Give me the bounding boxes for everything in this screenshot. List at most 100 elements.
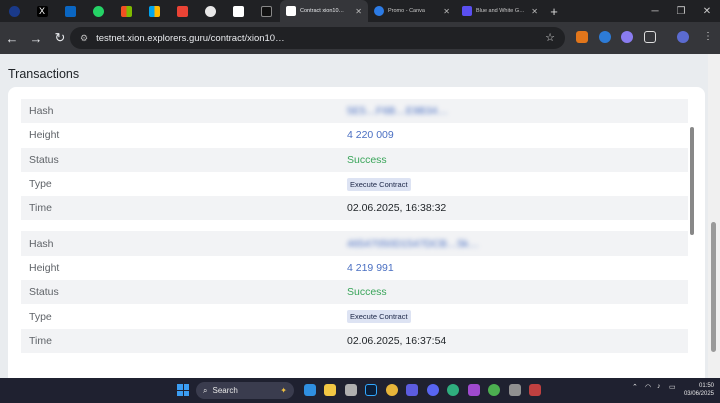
chrome-icon[interactable] bbox=[386, 384, 398, 396]
restore-icon[interactable]: ❐ bbox=[668, 6, 694, 17]
table-row: Hash 5E5…F6B…E9B34… bbox=[21, 99, 688, 124]
app-icon[interactable] bbox=[406, 384, 418, 396]
windows-taskbar: ⌕ Search ✦ ⌃ ◠ ♪ ▭ 01:50 03/06/2025 bbox=[0, 378, 720, 403]
table-row: Status Success bbox=[21, 280, 688, 305]
tab-canva-design[interactable]: Blue and White G… ✕ bbox=[456, 0, 544, 22]
field-label: Type bbox=[29, 310, 52, 323]
vscode-icon[interactable] bbox=[304, 384, 316, 396]
clock-time: 01:50 bbox=[698, 383, 714, 389]
pinned-tab-whatsapp[interactable] bbox=[84, 0, 112, 22]
forward-arrow-icon[interactable]: → bbox=[24, 31, 48, 46]
pinned-tab-chatgpt[interactable] bbox=[196, 0, 224, 22]
url-text: testnet.xion.explorers.guru/contract/xio… bbox=[96, 32, 285, 44]
transactions-card: Hash 5E5…F6B…E9B34… Height 4 220 009 Sta… bbox=[8, 87, 705, 378]
pinned-tab-vpn[interactable] bbox=[0, 0, 28, 22]
bookmark-star-icon[interactable]: ☆ bbox=[545, 31, 555, 44]
copilot-sparkle-icon: ✦ bbox=[280, 386, 287, 395]
tab-title: Contract xion10… bbox=[300, 8, 345, 14]
status-value: Success bbox=[347, 286, 387, 299]
table-row: Hash 46547050D1547DCB…5k… bbox=[21, 231, 688, 256]
type-badge: Execute Contract bbox=[347, 177, 411, 191]
pinned-tab-microsoft-2[interactable] bbox=[140, 0, 168, 22]
hash-link[interactable]: 46547050D1547DCB…5k… bbox=[347, 238, 479, 250]
reload-icon[interactable]: ↻ bbox=[48, 30, 72, 46]
app-icon[interactable] bbox=[509, 384, 521, 396]
close-window-icon[interactable]: ✕ bbox=[694, 6, 720, 17]
whatsapp-icon bbox=[92, 5, 104, 17]
extension-metamask-icon[interactable] bbox=[576, 31, 588, 43]
field-label: Hash bbox=[29, 105, 54, 118]
site-info-icon[interactable]: ⚙ bbox=[80, 33, 88, 44]
table-row: Height 4 220 009 bbox=[21, 123, 688, 147]
tab-title: Blue and White G… bbox=[476, 8, 525, 14]
field-label: Type bbox=[29, 178, 52, 191]
minimize-icon[interactable]: ─ bbox=[642, 6, 668, 17]
height-link[interactable]: 4 220 009 bbox=[347, 129, 394, 141]
taskbar-clock[interactable]: 01:50 03/06/2025 bbox=[684, 382, 714, 398]
task-view-icon[interactable] bbox=[345, 384, 357, 396]
field-label: Status bbox=[29, 286, 59, 299]
transactions-list: Hash 5E5…F6B…E9B34… Height 4 220 009 Sta… bbox=[21, 99, 688, 353]
page-scrollbar[interactable] bbox=[708, 54, 720, 378]
edge-icon[interactable] bbox=[447, 384, 459, 396]
pinned-tab-notion-2[interactable] bbox=[252, 0, 280, 22]
app-icon[interactable] bbox=[529, 384, 541, 396]
browser-toolbar: ← → ↻ ⚙ testnet.xion.explorers.guru/cont… bbox=[0, 22, 720, 54]
pinned-tab-notion[interactable] bbox=[224, 0, 252, 22]
shield-icon bbox=[8, 5, 20, 17]
tab-title: Promo - Canva bbox=[388, 8, 425, 14]
file-explorer-icon[interactable] bbox=[324, 384, 336, 396]
notion-icon bbox=[260, 5, 272, 17]
gmail-icon bbox=[176, 5, 188, 17]
canva-favicon-icon bbox=[462, 6, 472, 16]
pinned-tab-microsoft[interactable] bbox=[112, 0, 140, 22]
transaction-item: Hash 46547050D1547DCB…5k… Height 4 219 9… bbox=[21, 231, 688, 353]
back-arrow-icon[interactable]: ← bbox=[0, 31, 24, 46]
chrome-icon[interactable] bbox=[488, 384, 500, 396]
start-windows-icon[interactable] bbox=[177, 384, 189, 396]
extensions-puzzle-icon[interactable] bbox=[644, 31, 656, 43]
notion-icon bbox=[232, 5, 244, 17]
search-label: Search bbox=[212, 386, 238, 395]
app-icon[interactable] bbox=[468, 384, 480, 396]
address-bar[interactable]: ⚙ testnet.xion.explorers.guru/contract/x… bbox=[70, 27, 565, 49]
openai-icon bbox=[204, 5, 216, 17]
extension-wallet-icon[interactable] bbox=[621, 31, 633, 43]
x-logo-icon: X bbox=[36, 5, 48, 17]
scrollbar-thumb[interactable] bbox=[711, 222, 716, 352]
extension-keplr-icon[interactable] bbox=[599, 31, 611, 43]
discord-icon[interactable] bbox=[427, 384, 439, 396]
pinned-tab-gmail[interactable] bbox=[168, 0, 196, 22]
field-label: Time bbox=[29, 334, 52, 347]
table-row: Type Execute Contract bbox=[21, 304, 688, 328]
status-value: Success bbox=[347, 153, 387, 166]
close-icon[interactable]: ✕ bbox=[443, 7, 450, 16]
photoshop-icon[interactable] bbox=[365, 384, 377, 396]
close-icon[interactable]: ✕ bbox=[355, 7, 362, 16]
microsoft-icon bbox=[148, 5, 160, 17]
explorer-favicon-icon bbox=[286, 6, 296, 16]
table-row: Time 02.06.2025, 16:37:54 bbox=[21, 328, 688, 353]
linkedin-icon bbox=[64, 5, 76, 17]
browser-tab-strip: X Contract xion10… ✕ Promo - Canva ✕ Blu… bbox=[0, 0, 720, 22]
pinned-tab-linkedin[interactable] bbox=[56, 0, 84, 22]
new-tab-button[interactable]: + bbox=[544, 4, 564, 19]
pinned-tab-x[interactable]: X bbox=[28, 0, 56, 22]
menu-kebab-icon[interactable]: ⋮ bbox=[702, 31, 714, 43]
canva-favicon-icon bbox=[374, 6, 384, 16]
battery-icon[interactable]: ▭ bbox=[669, 383, 676, 391]
tray-chevron-icon[interactable]: ⌃ bbox=[632, 383, 638, 391]
card-scrollbar[interactable] bbox=[690, 127, 694, 235]
tab-contract[interactable]: Contract xion10… ✕ bbox=[280, 0, 368, 22]
table-row: Height 4 219 991 bbox=[21, 256, 688, 280]
wifi-icon[interactable]: ◠ bbox=[645, 383, 651, 391]
close-icon[interactable]: ✕ bbox=[531, 7, 538, 16]
hash-link[interactable]: 5E5…F6B…E9B34… bbox=[347, 105, 448, 117]
height-link[interactable]: 4 219 991 bbox=[347, 262, 394, 274]
taskbar-search[interactable]: ⌕ Search ✦ bbox=[196, 382, 294, 399]
volume-icon[interactable]: ♪ bbox=[657, 383, 661, 390]
profile-avatar[interactable] bbox=[677, 31, 689, 43]
tab-canva[interactable]: Promo - Canva ✕ bbox=[368, 0, 456, 22]
table-row: Status Success bbox=[21, 147, 688, 172]
transaction-item: Hash 5E5…F6B…E9B34… Height 4 220 009 Sta… bbox=[21, 99, 688, 221]
